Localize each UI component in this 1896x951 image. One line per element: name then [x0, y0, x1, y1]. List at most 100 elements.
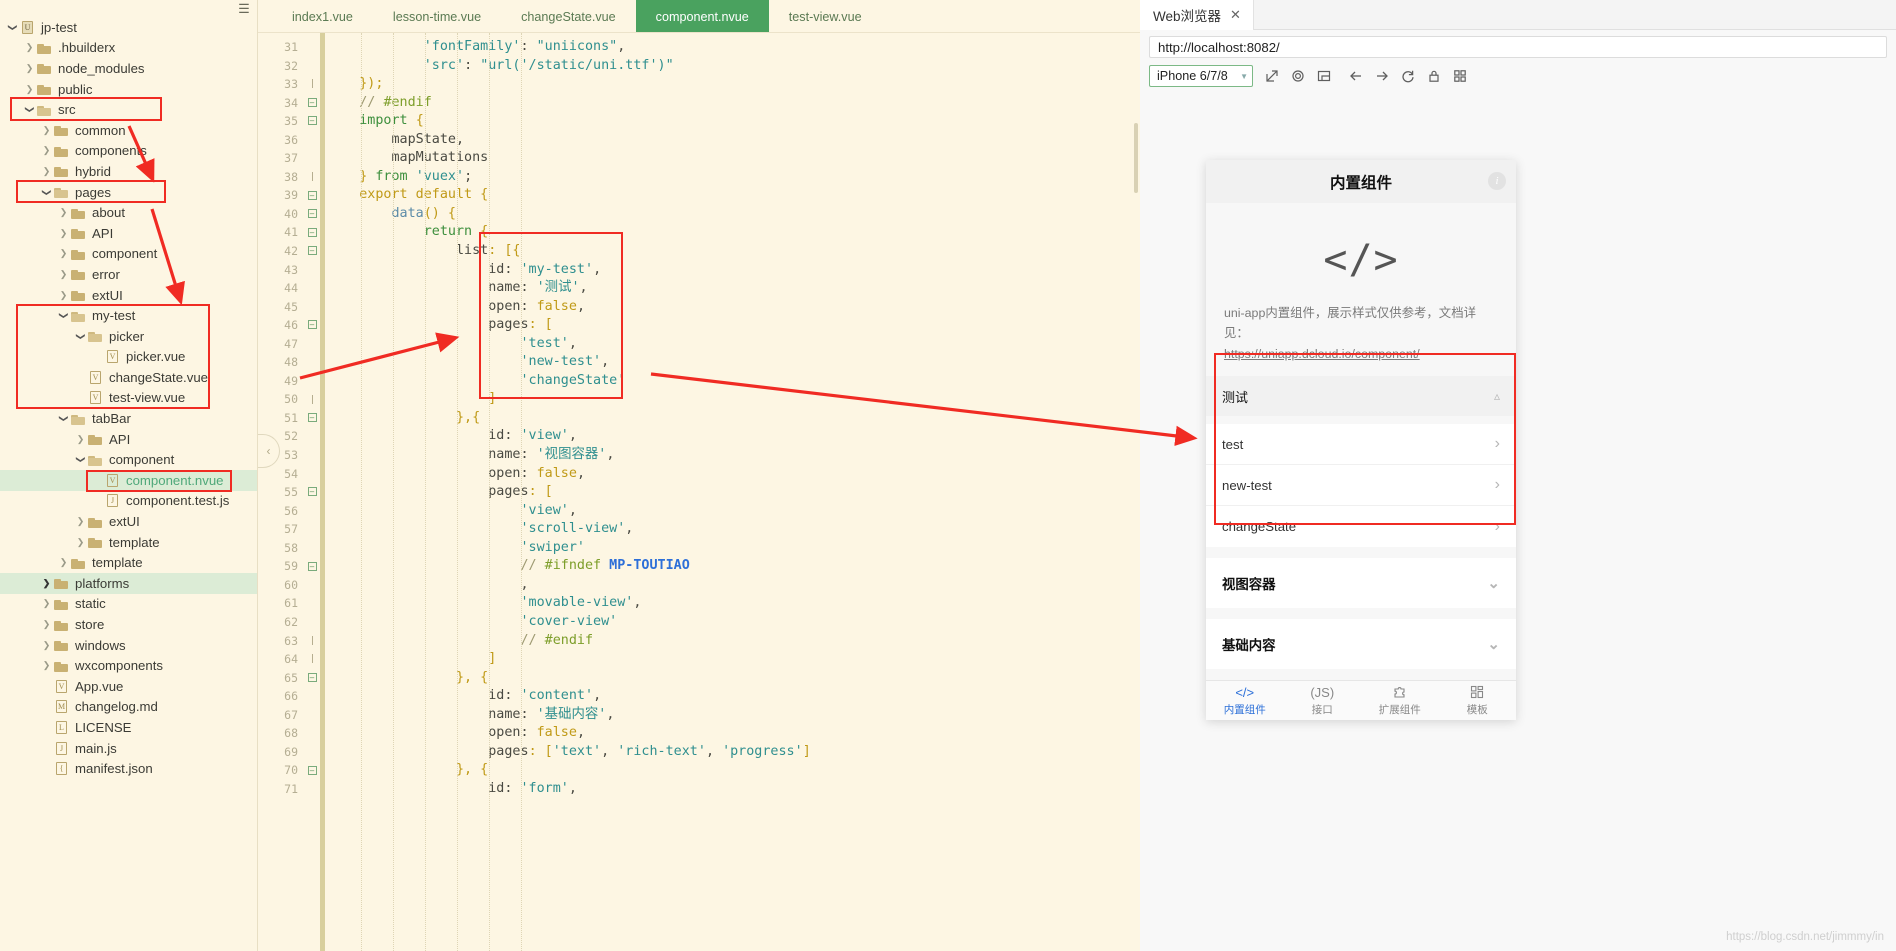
preview-tab-js[interactable]: (JS) 接口: [1284, 681, 1362, 720]
tree-item-about[interactable]: ❯ about: [0, 202, 257, 223]
grid-view-icon[interactable]: [1447, 65, 1473, 87]
tree-item-component[interactable]: ❯ component: [0, 244, 257, 265]
tree-item-license[interactable]: L LICENSE: [0, 717, 257, 738]
chevron-right-icon[interactable]: ❯: [74, 537, 87, 547]
back-icon[interactable]: [1343, 65, 1369, 87]
tree-item-node-modules[interactable]: ❯ node_modules: [0, 58, 257, 79]
tree-item-test-view-vue[interactable]: Vtest-view.vue: [0, 388, 257, 409]
chevron-right-icon[interactable]: ❯: [23, 84, 36, 94]
tree-item-template[interactable]: ❯ template: [0, 532, 257, 553]
fold-toggle-icon[interactable]: –: [304, 669, 320, 688]
tree-item-common[interactable]: ❯ common: [0, 120, 257, 141]
tree-item-app-vue[interactable]: V App.vue: [0, 676, 257, 697]
editor-tab-component-nvue[interactable]: component.nvue: [635, 0, 769, 33]
chevron-right-icon[interactable]: ❯: [40, 620, 53, 629]
preview-section-header[interactable]: 视图容器 ⌄: [1206, 558, 1516, 609]
preview-body[interactable]: </> uni-app内置组件，展示样式仅供参考，文档详见： https://u…: [1206, 203, 1516, 680]
tree-item-windows[interactable]: ❯ windows: [0, 635, 257, 656]
tree-item-extui[interactable]: ❯ extUI: [0, 285, 257, 306]
fold-toggle-icon[interactable]: –: [304, 242, 320, 261]
chevron-right-icon[interactable]: ❯: [40, 599, 53, 608]
chevron-right-icon[interactable]: ❯: [40, 640, 53, 650]
preview-tab-code[interactable]: </> 内置组件: [1206, 681, 1284, 720]
tree-item-component-test-js[interactable]: Jcomponent.test.js: [0, 491, 257, 512]
preview-tab-puzzle[interactable]: 扩展组件: [1361, 681, 1439, 720]
fold-toggle-icon[interactable]: –: [304, 316, 320, 335]
editor-tab-changestate-vue[interactable]: changeState.vue: [501, 0, 636, 33]
tree-item-api[interactable]: ❯ API: [0, 223, 257, 244]
tree-item-main-js[interactable]: Jmain.js: [0, 738, 257, 759]
tree-item-static[interactable]: ❯ static: [0, 594, 257, 615]
chevron-right-icon[interactable]: ❯: [40, 578, 53, 588]
chevron-down-icon[interactable]: ❯: [25, 103, 35, 116]
preview-list-item[interactable]: new-test ›: [1206, 465, 1516, 507]
fold-toggle-icon[interactable]: –: [304, 112, 320, 131]
tree-item-component-nvue[interactable]: Vcomponent.nvue: [0, 470, 257, 491]
chevron-right-icon[interactable]: ❯: [23, 43, 36, 52]
tree-item-changestate-vue[interactable]: VchangeState.vue: [0, 367, 257, 388]
editor-tab-test-view-vue[interactable]: test-view.vue: [769, 0, 882, 33]
fold-toggle-icon[interactable]: –: [304, 223, 320, 242]
collapsed-section-list[interactable]: 视图容器⌄基础内容⌄表单组件⌄: [1206, 558, 1516, 680]
editor-tab-bar[interactable]: index1.vue lesson-time.vue changeState.vue…: [258, 0, 1140, 33]
chevron-down-icon[interactable]: ❯: [76, 453, 86, 466]
editor-tab-lesson-time-vue[interactable]: lesson-time.vue: [373, 0, 501, 33]
chevron-right-icon[interactable]: ❯: [57, 208, 70, 217]
chevron-right-icon[interactable]: ❯: [40, 166, 53, 176]
preview-list-item[interactable]: changeState ›: [1206, 506, 1516, 548]
fold-toggle-icon[interactable]: –: [304, 483, 320, 502]
tree-item-changelog-md[interactable]: Mchangelog.md: [0, 697, 257, 718]
hamburger-icon[interactable]: ☰: [237, 2, 251, 16]
tree-item-component[interactable]: ❯ component: [0, 449, 257, 470]
chevron-right-icon[interactable]: ❯: [40, 125, 53, 135]
tree-item-store[interactable]: ❯ store: [0, 614, 257, 635]
preview-section-header[interactable]: 基础内容 ⌄: [1206, 619, 1516, 670]
fold-toggle-icon[interactable]: –: [304, 94, 320, 113]
section-header-test[interactable]: 测试 ▵: [1206, 376, 1516, 417]
code-view[interactable]: 31 32 33 34 35 36 37 38 39 40 41 42 43 44 45 46 47 48 49 50…: [258, 33, 1140, 951]
url-input[interactable]: http://localhost:8082/: [1149, 36, 1887, 58]
settings-gear-icon[interactable]: [1285, 65, 1311, 87]
code-text-area[interactable]: 'fontFamily': "uniicons", 'src': "url('/…: [327, 33, 1140, 951]
browser-tab[interactable]: Web浏览器 ✕: [1140, 0, 1254, 30]
doc-link[interactable]: https://uniapp.dcloud.io/component/: [1224, 347, 1420, 361]
tree-item-api[interactable]: ❯ API: [0, 429, 257, 450]
preview-list-item[interactable]: test ›: [1206, 424, 1516, 466]
fold-toggle-icon[interactable]: –: [304, 761, 320, 780]
tree-item-picker[interactable]: ❯ picker: [0, 326, 257, 347]
tree-item-platforms[interactable]: ❯ platforms: [0, 573, 257, 594]
tree-item-extui[interactable]: ❯ extUI: [0, 511, 257, 532]
tree-item-error[interactable]: ❯ error: [0, 264, 257, 285]
chevron-right-icon[interactable]: ❯: [57, 269, 70, 279]
chevron-down-icon[interactable]: ❯: [59, 309, 69, 322]
chevron-right-icon[interactable]: ❯: [40, 661, 53, 670]
chevron-right-icon[interactable]: ❯: [57, 249, 70, 258]
chevron-right-icon[interactable]: ❯: [74, 517, 87, 526]
tree-item-manifest-json[interactable]: {manifest.json: [0, 758, 257, 779]
fold-toggle-icon[interactable]: –: [304, 205, 320, 224]
tree-item-hybrid[interactable]: ❯ hybrid: [0, 161, 257, 182]
file-tree[interactable]: ❯ Ujp-test ❯ .hbuilderx ❯ node_modules ❯ public…: [0, 0, 257, 779]
reload-icon[interactable]: [1395, 65, 1421, 87]
chevron-right-icon[interactable]: ❯: [74, 434, 87, 444]
tree-item-my-test[interactable]: ❯ my-test: [0, 305, 257, 326]
preview-tab-bar[interactable]: </> 内置组件 (JS) 接口 扩展组件 模板: [1206, 680, 1516, 720]
device-select[interactable]: iPhone 6/7/8 ▼: [1149, 65, 1253, 87]
tree-item-components[interactable]: ❯ components: [0, 141, 257, 162]
tree-item-picker-vue[interactable]: Vpicker.vue: [0, 347, 257, 368]
browser-tab-bar[interactable]: Web浏览器 ✕: [1140, 0, 1896, 30]
fold-toggle-icon[interactable]: –: [304, 409, 320, 428]
preview-tab-grid[interactable]: 模板: [1439, 681, 1517, 720]
tree-item-wxcomponents[interactable]: ❯ wxcomponents: [0, 655, 257, 676]
forward-icon[interactable]: [1369, 65, 1395, 87]
chevron-down-icon[interactable]: ❯: [42, 186, 52, 199]
chevron-right-icon[interactable]: ❯: [57, 290, 70, 300]
info-icon[interactable]: i: [1488, 172, 1506, 190]
chevron-down-icon[interactable]: ❯: [76, 330, 86, 343]
fold-toggle-icon[interactable]: –: [304, 557, 320, 576]
chevron-down-icon[interactable]: ❯: [59, 412, 69, 425]
tree-item--hbuilderx[interactable]: ❯ .hbuilderx: [0, 38, 257, 59]
tree-item-pages[interactable]: ❯ pages: [0, 182, 257, 203]
inspect-element-icon[interactable]: [1311, 65, 1337, 87]
chevron-down-icon[interactable]: ❯: [8, 21, 18, 34]
